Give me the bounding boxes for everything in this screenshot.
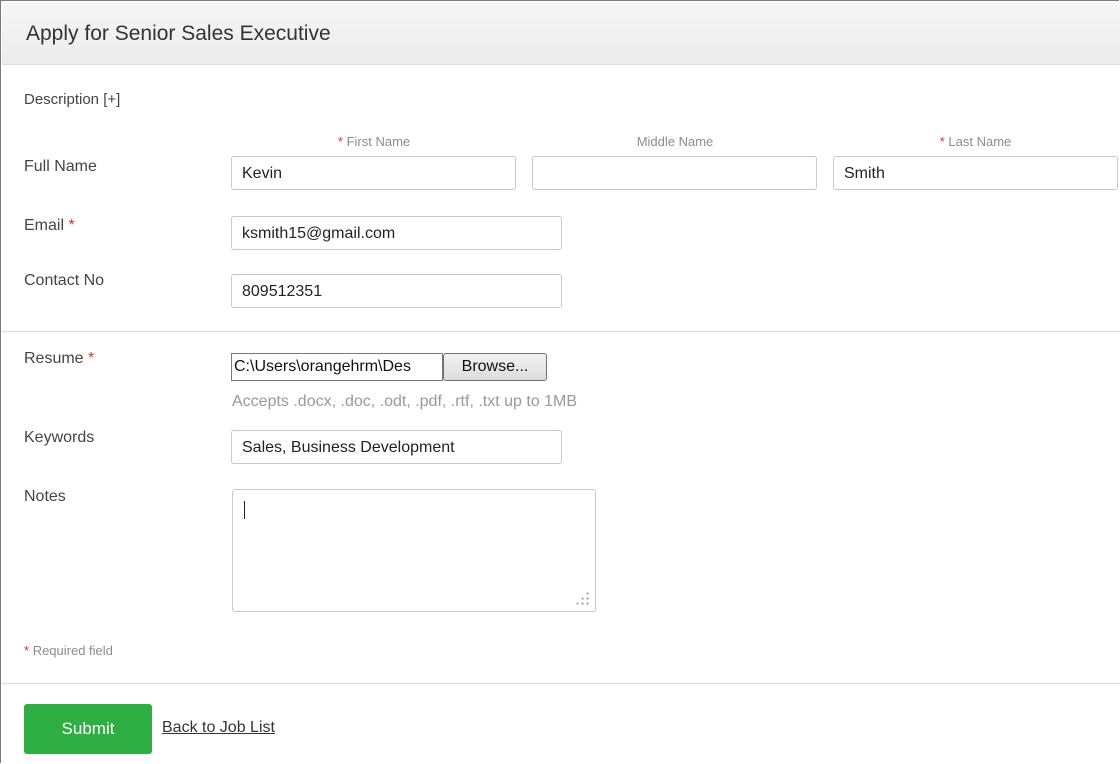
required-marker: * [337, 134, 343, 149]
required-marker: * [24, 643, 30, 658]
back-to-job-list-link[interactable]: Back to Job List [162, 719, 275, 737]
resume-hint: Accepts .docx, .doc, .odt, .pdf, .rtf, .… [232, 393, 578, 410]
first-name-label-text: First Name [346, 134, 411, 149]
first-name-label: * First Name [232, 134, 516, 149]
resume-file-path[interactable]: C:\Users\orangehrm\Des [231, 353, 443, 381]
required-marker: * [68, 217, 75, 234]
email-input[interactable]: ksmith15@gmail.com [231, 216, 562, 250]
browse-button[interactable]: Browse... [443, 353, 547, 381]
application-form-panel: Apply for Senior Sales Executive Descrip… [0, 0, 1120, 763]
full-name-label: Full Name [24, 158, 97, 175]
required-marker: * [939, 134, 945, 149]
email-label: Email * [24, 217, 75, 235]
keywords-input[interactable]: Sales, Business Development [231, 430, 562, 464]
description-toggle[interactable]: Description [+] [24, 91, 120, 108]
required-note-text: Required field [32, 643, 113, 658]
resume-label-text: Resume [24, 350, 84, 367]
contact-label: Contact No [24, 272, 105, 289]
last-name-label: * Last Name [833, 134, 1118, 149]
email-label-text: Email [24, 217, 65, 234]
submit-button[interactable]: Submit [24, 704, 152, 754]
page-title: Apply for Senior Sales Executive [26, 22, 331, 45]
middle-name-input[interactable] [532, 156, 817, 190]
last-name-input[interactable]: Smith [833, 156, 1118, 190]
contact-input[interactable]: 809512351 [231, 274, 562, 308]
first-name-input[interactable]: Kevin [231, 156, 516, 190]
last-name-label-text: Last Name [948, 134, 1012, 149]
text-caret [244, 501, 245, 519]
middle-name-label: Middle Name [636, 134, 714, 149]
resize-grip-icon[interactable] [575, 591, 589, 605]
resume-label: Resume * [24, 350, 94, 368]
notes-textarea[interactable] [232, 489, 596, 612]
required-marker: * [88, 350, 95, 367]
required-field-note: * Required field [24, 643, 113, 658]
form-header: Apply for Senior Sales Executive [2, 2, 1120, 65]
section-divider [2, 331, 1120, 332]
actions-divider [2, 683, 1120, 684]
notes-label: Notes [24, 488, 66, 505]
keywords-label: Keywords [24, 429, 95, 446]
